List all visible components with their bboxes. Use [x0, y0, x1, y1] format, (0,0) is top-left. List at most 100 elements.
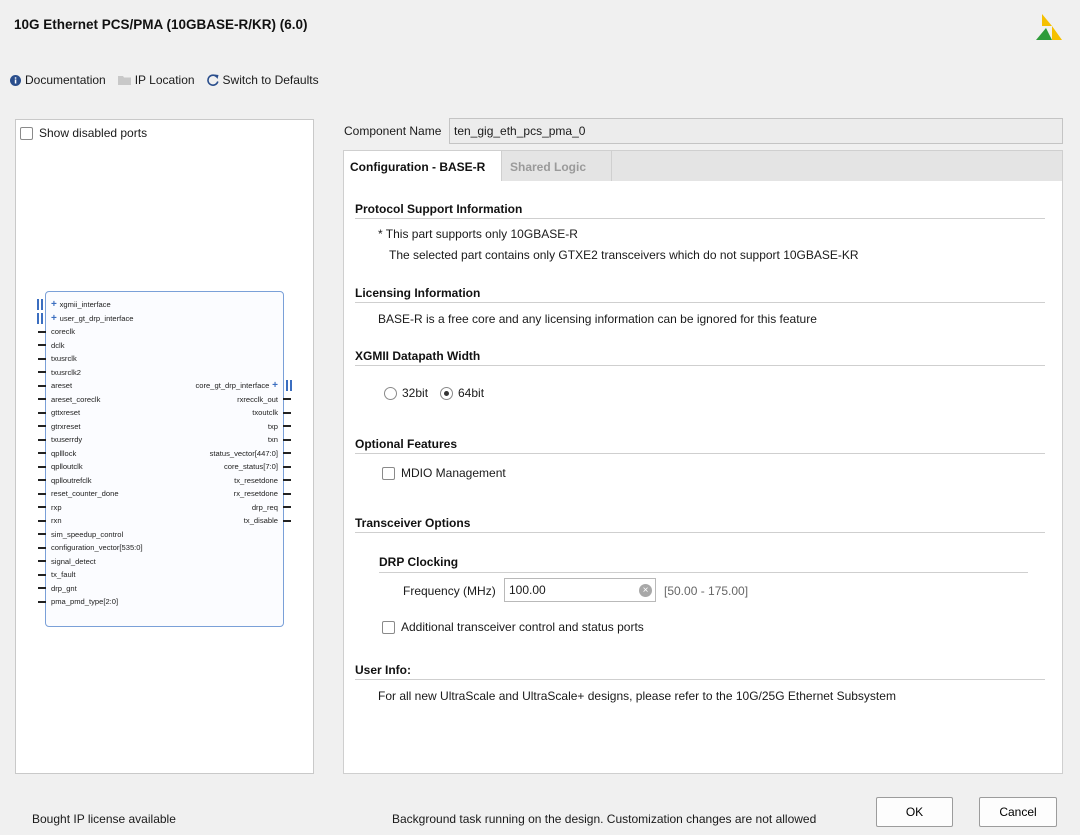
- pin: [38, 452, 46, 454]
- port-label: gtrxreset: [51, 422, 81, 431]
- divider: [355, 302, 1045, 303]
- port-label: status_vector[447:0]: [210, 449, 278, 458]
- show-disabled-ports-checkbox[interactable]: Show disabled ports: [20, 126, 147, 140]
- port-name: drp_req: [251, 502, 278, 512]
- radio-64bit[interactable]: 64bit: [440, 386, 484, 400]
- port-label: gttxreset: [51, 408, 80, 417]
- port-name: qplllock: [51, 448, 77, 458]
- clear-icon[interactable]: ×: [639, 584, 652, 597]
- pin: [283, 506, 291, 508]
- pin: [283, 465, 291, 468]
- transceiver-options-title: Transceiver Options: [355, 516, 471, 530]
- port-label: sim_speedup_control: [51, 530, 123, 539]
- port-label: signal_detect: [51, 557, 96, 566]
- switch-defaults-label: Switch to Defaults: [222, 73, 319, 87]
- window-title: 10G Ethernet PCS/PMA (10GBASE-R/KR) (6.0…: [14, 17, 308, 32]
- port-label: txuserrdy: [51, 435, 82, 444]
- frequency-input[interactable]: 100.00: [504, 578, 656, 602]
- refresh-icon: [206, 74, 219, 86]
- folder-icon: [117, 75, 131, 85]
- radio-32bit-button[interactable]: [384, 386, 397, 400]
- frequency-range: [50.00 - 175.00]: [664, 584, 749, 598]
- checkbox-box[interactable]: [382, 620, 395, 634]
- radio-64bit-label: 64bit: [458, 386, 485, 400]
- pin: [38, 330, 46, 333]
- port-label: rxp: [51, 503, 62, 512]
- pin: [38, 533, 46, 535]
- port-label: reset_counter_done: [51, 489, 119, 498]
- ip-location-button[interactable]: IP Location: [117, 73, 195, 87]
- port-name: drp_gnt: [51, 583, 77, 593]
- port-name: pma_pmd_type[2:0]: [51, 597, 119, 606]
- port-name: xgmii_interface: [59, 300, 111, 309]
- port-label: dclk: [51, 341, 65, 350]
- tab-bar: Configuration - BASE-R Shared Logic: [343, 150, 1063, 182]
- ok-button[interactable]: OK: [876, 797, 953, 827]
- divider: [355, 218, 1045, 219]
- port-label: rx_resetdone: [234, 489, 278, 498]
- ip-block-symbol: + xgmii_interface + user_gt_drp_interface…: [37, 291, 292, 627]
- expand-icon[interactable]: +: [269, 380, 278, 391]
- frequency-label: Frequency (MHz): [403, 584, 496, 598]
- pin: [38, 425, 46, 427]
- radio-32bit[interactable]: 32bit: [384, 386, 428, 400]
- component-name-field[interactable]: ten_gig_eth_pcs_pma_0: [449, 118, 1063, 144]
- port-name: reset_counter_done: [51, 489, 119, 498]
- pin: [38, 344, 46, 346]
- pin: [38, 587, 46, 589]
- pin: [283, 398, 291, 400]
- port-label: rxn: [51, 516, 62, 525]
- xgmii-section-title: XGMII Datapath Width: [355, 349, 481, 363]
- port-label: qplloutclk: [51, 462, 83, 471]
- divider: [355, 532, 1045, 533]
- port-name: rxrecclk_out: [237, 394, 278, 404]
- port-name: txp: [267, 421, 278, 431]
- port-name: signal_detect: [51, 556, 96, 566]
- licensing-section-title: Licensing Information: [355, 286, 481, 300]
- expand-icon[interactable]: +: [51, 313, 60, 324]
- tab-configuration-base-r[interactable]: Configuration - BASE-R: [344, 151, 502, 182]
- port-label: tx_disable: [244, 516, 278, 525]
- port-name: areset: [51, 381, 73, 390]
- expand-icon[interactable]: +: [51, 299, 60, 310]
- cancel-button[interactable]: Cancel: [979, 797, 1057, 827]
- toolbar: Documentation IP Location Switch to Defa…: [10, 72, 331, 88]
- documentation-button[interactable]: Documentation: [10, 73, 106, 87]
- pin: [38, 438, 46, 441]
- checkbox-box[interactable]: [20, 126, 33, 140]
- pin: [38, 560, 46, 562]
- additional-ports-label: Additional transceiver control and statu…: [401, 620, 644, 634]
- license-status: Bought IP license available: [32, 812, 176, 826]
- pin: [283, 492, 291, 495]
- pin: [38, 492, 46, 495]
- component-name-label: Component Name: [344, 124, 442, 138]
- mdio-management-checkbox[interactable]: MDIO Management: [382, 466, 506, 480]
- info-icon: [10, 74, 21, 86]
- pin: [38, 357, 46, 360]
- interface-port: + user_gt_drp_interface: [51, 313, 134, 324]
- port-name: rx_resetdone: [233, 489, 278, 498]
- port-name: rxp: [51, 502, 62, 512]
- divider: [355, 679, 1045, 680]
- port-name: core_status[7:0]: [223, 462, 278, 471]
- switch-defaults-button[interactable]: Switch to Defaults: [206, 73, 319, 87]
- additional-ports-checkbox[interactable]: Additional transceiver control and statu…: [382, 620, 644, 634]
- interface-port: core_gt_drp_interface +: [195, 380, 278, 391]
- configuration-panel: Protocol Support Information * This part…: [343, 181, 1063, 774]
- radio-32bit-label: 32bit: [402, 386, 429, 400]
- radio-64bit-button[interactable]: [440, 386, 453, 400]
- drp-clocking-title: DRP Clocking: [379, 555, 459, 569]
- licensing-text: BASE-R is a free core and any licensing …: [378, 312, 817, 326]
- show-disabled-ports-label: Show disabled ports: [39, 126, 148, 140]
- checkbox-box[interactable]: [382, 466, 395, 480]
- port-name: rxn: [51, 516, 62, 525]
- tab-shared-logic[interactable]: Shared Logic: [504, 151, 612, 182]
- port-name: txuserrdy: [51, 435, 83, 444]
- port-label: tx_fault: [51, 570, 75, 579]
- port-name: tx_resetdone: [234, 475, 278, 485]
- port-name: areset_coreclk: [51, 394, 101, 404]
- pin: [38, 600, 46, 603]
- port-name: gtrxreset: [51, 421, 81, 431]
- pin: [283, 438, 291, 441]
- mdio-management-label: MDIO Management: [401, 466, 506, 480]
